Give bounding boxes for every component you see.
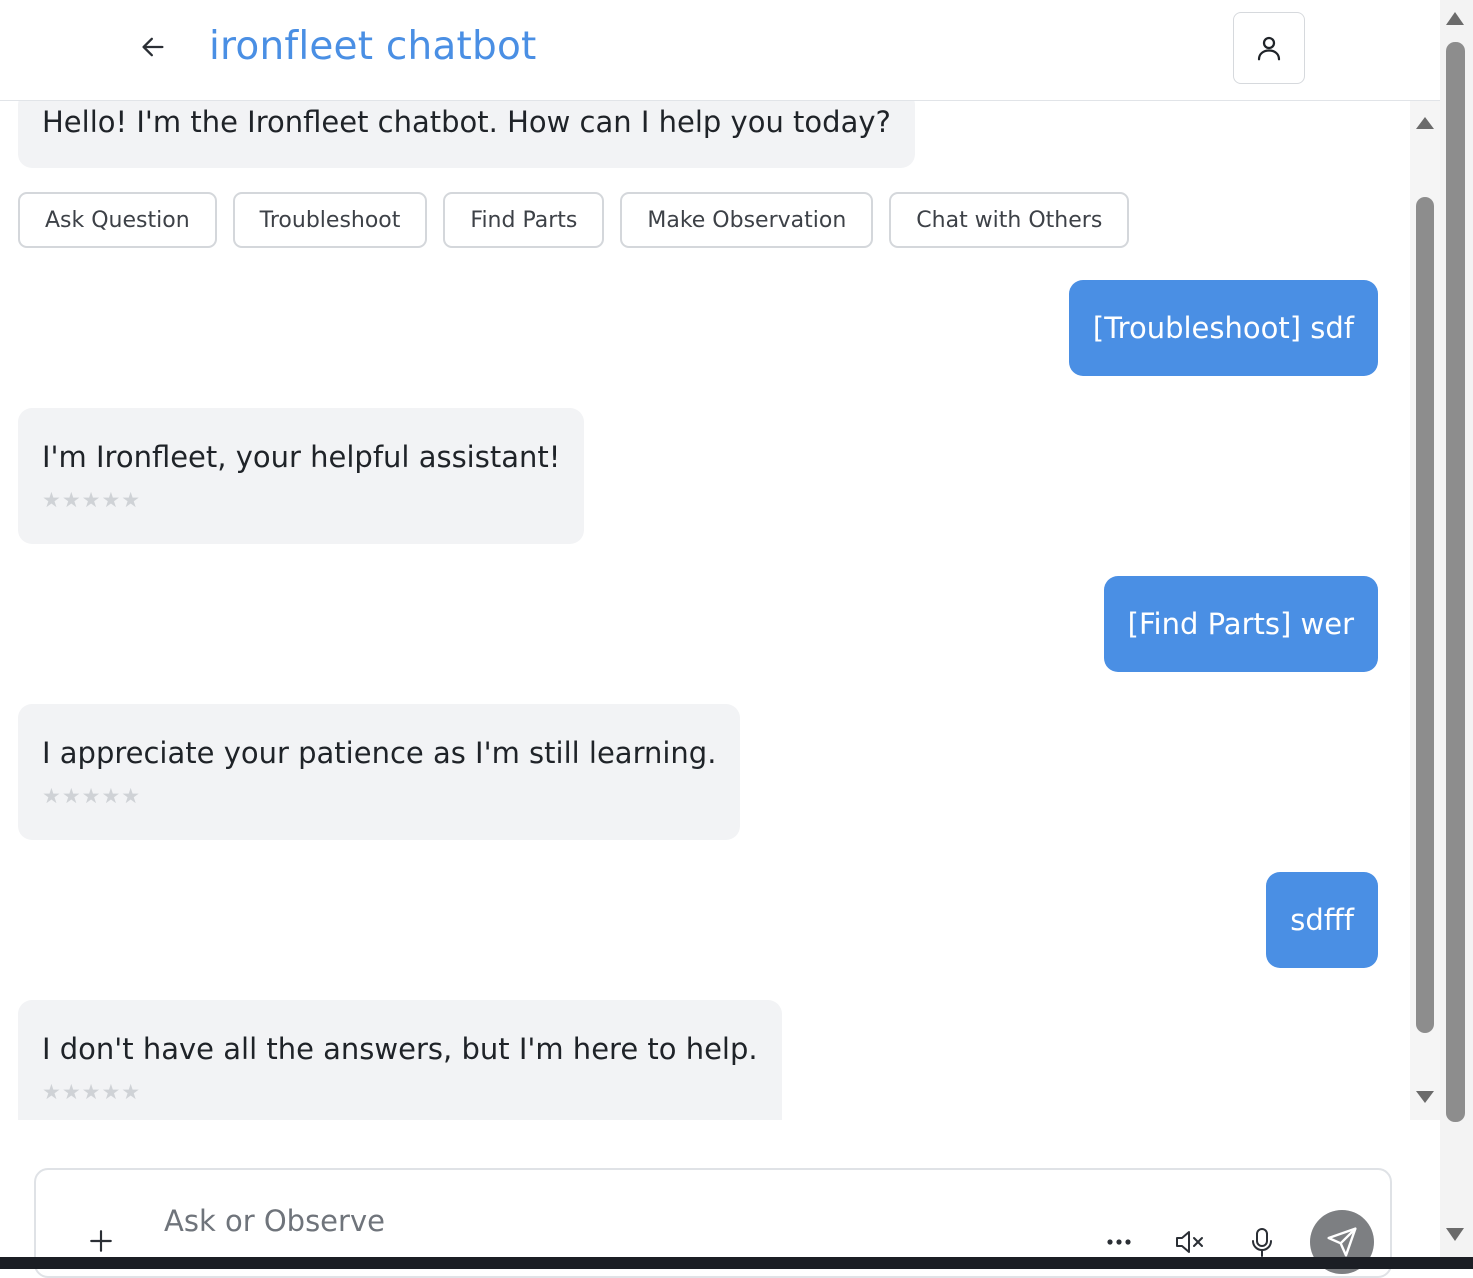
message-text: I don't have all the answers, but I'm he… (42, 1032, 758, 1066)
taskbar (0, 1257, 1473, 1269)
message-text: I'm Ironfleet, your helpful assistant! (42, 440, 561, 474)
chat-with-others-button[interactable]: Chat with Others (889, 192, 1130, 248)
troubleshoot-button[interactable]: Troubleshoot (232, 192, 428, 248)
scroll-down-icon[interactable] (1446, 1228, 1464, 1241)
profile-button[interactable] (1233, 12, 1305, 84)
mute-button[interactable] (1172, 1224, 1208, 1260)
scroll-down-icon[interactable] (1416, 1091, 1434, 1103)
scrollbar-thumb[interactable] (1446, 42, 1465, 1122)
microphone-icon (1252, 1228, 1272, 1257)
page-scrollbar[interactable] (1440, 0, 1473, 1257)
chat-scrollbar[interactable] (1410, 101, 1440, 1120)
user-message: [Find Parts] wer (1103, 576, 1378, 672)
bot-message: Hello! I'm the Ironfleet chatbot. How ca… (18, 101, 915, 168)
ask-question-button[interactable]: Ask Question (18, 192, 217, 248)
rating-stars[interactable]: ★★★★★ (42, 488, 560, 512)
find-parts-button[interactable]: Find Parts (443, 192, 605, 248)
arrow-left-icon (142, 37, 164, 57)
more-options-button[interactable] (1101, 1224, 1137, 1260)
scrollbar-thumb[interactable] (1416, 197, 1434, 1033)
page-title: ironfleet chatbot (209, 24, 537, 69)
user-icon (1257, 36, 1281, 61)
bot-message: I appreciate your patience as I'm still … (18, 704, 741, 840)
bot-message: I don't have all the answers, but I'm he… (18, 1000, 782, 1120)
user-message: [Troubleshoot] sdf (1068, 280, 1378, 376)
message-text: [Troubleshoot] sdf (1092, 311, 1354, 345)
attach-button[interactable] (86, 1226, 116, 1256)
rating-stars[interactable]: ★★★★★ (42, 784, 716, 808)
message-text: sdfff (1290, 903, 1354, 937)
more-icon (1107, 1239, 1131, 1245)
scroll-up-icon[interactable] (1416, 117, 1434, 129)
user-message: sdfff (1266, 872, 1378, 968)
microphone-button[interactable] (1244, 1224, 1280, 1260)
app-header: ironfleet chatbot (0, 0, 1440, 101)
plus-icon (90, 1230, 112, 1252)
scroll-up-icon[interactable] (1446, 12, 1464, 25)
rating-stars[interactable]: ★★★★★ (42, 1080, 758, 1104)
chat-messages[interactable]: Hello! I'm the Ironfleet chatbot. How ca… (0, 101, 1410, 1120)
quick-actions: Ask Question Troubleshoot Find Parts Mak… (18, 192, 1130, 248)
bot-message: I'm Ironfleet, your helpful assistant! ★… (18, 408, 585, 544)
message-text: [Find Parts] wer (1127, 607, 1354, 641)
ask-input[interactable] (164, 1198, 1064, 1244)
make-observation-button[interactable]: Make Observation (620, 192, 874, 248)
message-text: I appreciate your patience as I'm still … (42, 736, 717, 770)
send-icon (1327, 1227, 1357, 1257)
message-text: Hello! I'm the Ironfleet chatbot. How ca… (42, 105, 891, 139)
speaker-mute-icon (1176, 1231, 1203, 1253)
back-button[interactable] (134, 28, 172, 66)
